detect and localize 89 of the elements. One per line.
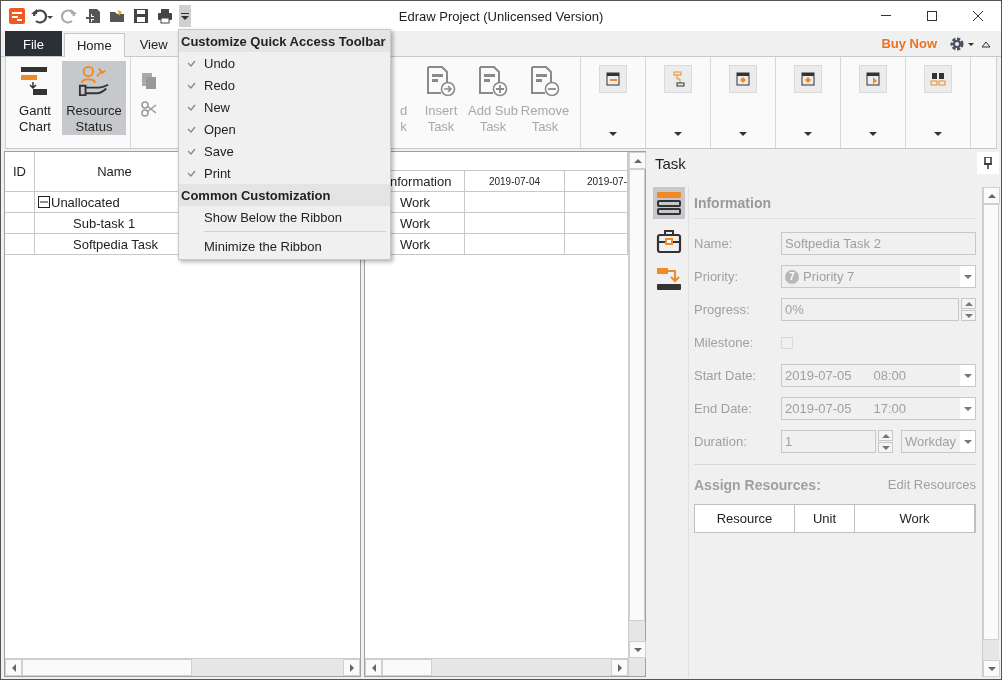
collapse-ribbon-icon[interactable] (981, 39, 991, 48)
up-arrow-icon (633, 158, 642, 163)
caret-icon (963, 406, 972, 411)
caret-icon (963, 439, 972, 444)
left-arrow-icon (371, 663, 376, 672)
minimize-icon (881, 15, 891, 17)
menu-item[interactable]: New (179, 96, 390, 118)
up-arrow-icon (987, 193, 996, 198)
maximize-icon (927, 11, 937, 21)
file-menu[interactable]: File (5, 31, 62, 56)
undo-icon (31, 8, 53, 24)
flag-icon (865, 71, 881, 87)
binoculars-icon (930, 71, 946, 87)
field-label: Duration: (694, 434, 748, 449)
horizontal-scrollbar[interactable] (365, 658, 628, 676)
caret-icon (934, 132, 942, 136)
down-arrow-icon (881, 445, 890, 450)
right-arrow-icon (617, 663, 622, 672)
date-header: 2019-07-04 (465, 171, 565, 192)
table-cell (5, 213, 35, 234)
bar-chart-icon (605, 71, 621, 87)
vertical-scrollbar[interactable] (628, 152, 645, 676)
caret-icon (963, 373, 972, 378)
spin-down-button[interactable] (878, 442, 893, 453)
menu-item[interactable]: Undo (179, 52, 390, 74)
remove-task-icon (529, 65, 561, 97)
link-icon (670, 71, 686, 87)
caret-icon (674, 132, 682, 136)
resource-table-header: Resource Unit Work (694, 504, 976, 533)
pin-button[interactable] (977, 152, 999, 174)
caret-icon (181, 12, 189, 20)
customize-toolbar-button[interactable] (179, 5, 191, 27)
menu-item[interactable]: Open (179, 118, 390, 140)
redo-icon (61, 8, 77, 24)
field-label: Milestone: (694, 335, 755, 350)
vertical-scrollbar[interactable] (982, 187, 999, 677)
field-label: End Date: (694, 401, 753, 416)
section-title: Assign Resources: (694, 476, 821, 493)
field-label: Name: (694, 236, 734, 251)
down-arrow-icon (633, 647, 642, 652)
collapse-icon[interactable] (38, 196, 50, 208)
panel-title: Task (655, 154, 686, 172)
paste-icon (141, 71, 157, 89)
field-label: Progress: (694, 302, 751, 317)
pin-icon (984, 157, 992, 169)
column-header: ID (5, 152, 35, 192)
menu-heading: Common Customization (179, 184, 390, 206)
right-arrow-icon (349, 663, 354, 672)
task-link-icon (655, 266, 682, 292)
up-arrow-icon (964, 301, 973, 306)
briefcase-icon (655, 228, 682, 254)
person-hand-icon (77, 65, 111, 97)
new-document-icon (85, 8, 101, 24)
spin-down-button[interactable] (961, 310, 976, 321)
up-arrow-icon (881, 433, 890, 438)
app-logo-icon (9, 8, 25, 24)
ribbon-tab[interactable]: View (126, 32, 181, 56)
caret-icon (739, 132, 747, 136)
menu-item[interactable]: Redo (179, 74, 390, 96)
left-arrow-icon (11, 663, 16, 672)
field-label: Start Date: (694, 368, 758, 383)
milestone-checkbox[interactable] (781, 336, 793, 349)
ribbon-tab[interactable]: Home (63, 33, 125, 57)
view-button[interactable]: Gantt Chart (10, 61, 60, 135)
printer-icon (157, 8, 173, 24)
list-icon (655, 190, 682, 216)
scissors-icon (141, 101, 157, 117)
add-task-icon (477, 65, 509, 97)
spin-up-button[interactable] (961, 298, 976, 309)
field-label: Priority: (694, 269, 740, 284)
date-header: 2019-07- (565, 171, 628, 192)
close-icon (973, 11, 983, 21)
down-arrow-icon (964, 313, 973, 318)
caret-icon (609, 132, 617, 136)
view-button[interactable]: Resource Status (62, 61, 126, 135)
settings-icon[interactable] (949, 35, 975, 52)
caret-icon (963, 274, 972, 279)
folder-icon (109, 8, 125, 24)
spin-up-button[interactable] (878, 430, 893, 441)
side-tab[interactable] (652, 187, 685, 219)
table-cell (5, 234, 35, 255)
window-title: Edraw Project (Unlicensed Version) (397, 8, 605, 24)
horizontal-scrollbar[interactable] (5, 658, 360, 676)
menu-heading: Customize Quick Access Toolbar (179, 30, 390, 52)
section-title: Information (694, 187, 976, 219)
caret-icon (804, 132, 812, 136)
caret-icon (869, 132, 877, 136)
insert-task-icon (425, 65, 457, 97)
down-arrow-icon (987, 666, 996, 671)
